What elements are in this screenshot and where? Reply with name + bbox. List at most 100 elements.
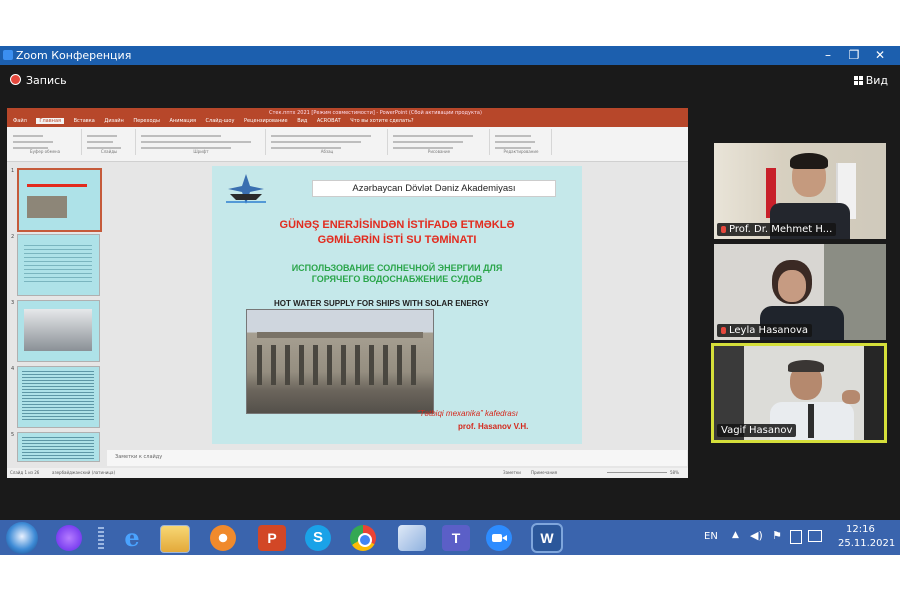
powerpoint-icon[interactable]: P bbox=[258, 525, 286, 551]
participant-tile-3-active[interactable]: Vagif Hasanov bbox=[711, 343, 887, 443]
participant-tile-2[interactable]: Leyla Hasanova bbox=[714, 244, 886, 340]
clock-time[interactable]: 12:16 bbox=[846, 524, 875, 535]
thumbnail-number: 2 bbox=[11, 234, 15, 240]
notification-icon[interactable] bbox=[808, 530, 822, 542]
record-indicator[interactable]: Запись bbox=[10, 74, 67, 87]
language-status[interactable]: азербайджанский (латиница) bbox=[52, 470, 115, 475]
slide-thumbnail-3[interactable] bbox=[17, 300, 100, 362]
slide-title-ru: ИСПОЛЬЗОВАНИЕ СОЛНЕЧНОЙ ЭНЕРГИИ ДЛЯ ГОРЯ… bbox=[252, 263, 542, 285]
slide-title-az: GÜNƏŞ ENERJİSİNDƏN İSTİFADƏ ETMƏKLƏ GƏMİ… bbox=[232, 218, 562, 248]
slide-title-ru-line1: ИСПОЛЬЗОВАНИЕ СОЛНЕЧНОЙ ЭНЕРГИИ ДЛЯ bbox=[291, 263, 503, 273]
thumbnail-number: 1 bbox=[11, 168, 15, 174]
action-center-flag-icon[interactable]: ⚑ bbox=[772, 529, 782, 542]
media-player-icon[interactable] bbox=[210, 525, 236, 551]
slide-author: prof. Hasanov V.H. bbox=[458, 422, 529, 431]
thumbnail-number: 4 bbox=[11, 366, 15, 372]
file-explorer-icon[interactable] bbox=[160, 525, 190, 553]
building-photo bbox=[246, 309, 434, 414]
notes-button[interactable]: Заметки bbox=[503, 470, 521, 475]
tab-home[interactable]: Главная bbox=[36, 118, 65, 124]
ppt-title-bar: Стек.пптх 2021 [Режим совместимости] - P… bbox=[7, 108, 688, 118]
tab-review[interactable]: Рецензирование bbox=[244, 118, 288, 124]
participant-name-2: Leyla Hasanova bbox=[717, 324, 813, 337]
ribbon-group-font[interactable]: Шрифт bbox=[137, 129, 266, 155]
notes-placeholder: Заметки к слайду bbox=[115, 454, 163, 460]
participant-name-1: Prof. Dr. Mehmet H... bbox=[717, 223, 837, 236]
grid-view-icon bbox=[853, 76, 863, 85]
record-icon bbox=[10, 74, 21, 85]
tab-file[interactable]: Файл bbox=[13, 118, 27, 124]
shared-screen-powerpoint[interactable]: Стек.пптх 2021 [Режим совместимости] - P… bbox=[7, 108, 688, 478]
tab-transitions[interactable]: Переходы bbox=[133, 118, 160, 124]
slide-count: Слайд 1 из 26 bbox=[10, 470, 40, 475]
view-label: Вид bbox=[865, 74, 888, 87]
slide-thumbnail-pane: 1 2 3 4 5 bbox=[7, 162, 107, 462]
ribbon-group-label: Редактирование bbox=[503, 149, 539, 154]
slide-header: Azərbaycan Dövlət Dəniz Akademiyası bbox=[312, 180, 556, 197]
tab-insert[interactable]: Вставка bbox=[74, 118, 95, 124]
zoom-icon[interactable] bbox=[486, 525, 512, 551]
comments-button[interactable]: Примечания bbox=[531, 470, 557, 475]
system-tray: EN ▲ ◀) ⚑ 12:16 25.11.2021 bbox=[700, 520, 900, 555]
restore-button[interactable]: ❐ bbox=[844, 47, 864, 63]
slide-title-az-line2: GƏMİLƏRİN İSTİ SU TƏMİNATI bbox=[317, 234, 477, 246]
ribbon-group-label: Шрифт bbox=[193, 149, 209, 154]
close-button[interactable]: ✕ bbox=[870, 47, 890, 63]
slide-title-en: HOT WATER SUPPLY FOR SHIPS WITH SOLAR EN… bbox=[274, 299, 489, 308]
minimize-button[interactable]: – bbox=[818, 47, 838, 63]
academy-logo-icon bbox=[226, 174, 266, 204]
network-icon[interactable] bbox=[790, 530, 802, 544]
ribbon-group-label: Абзац bbox=[320, 149, 334, 154]
ribbon-group-label: Буфер обмена bbox=[29, 149, 61, 154]
tab-design[interactable]: Дизайн bbox=[104, 118, 123, 124]
ppt-ribbon: Буфер обмена Слайды Шрифт Абзац Рисовани… bbox=[7, 127, 688, 162]
tab-view[interactable]: Вид bbox=[297, 118, 307, 124]
slide-title-ru-line2: ГОРЯЧЕГО ВОДОСНАБЖЕНИЕ СУДОВ bbox=[311, 274, 483, 284]
show-hidden-icons-button[interactable]: ▲ bbox=[732, 530, 739, 540]
word-icon[interactable]: W bbox=[531, 523, 563, 553]
tab-slideshow[interactable]: Слайд-шоу bbox=[206, 118, 235, 124]
view-button[interactable]: Вид bbox=[853, 74, 888, 87]
record-label: Запись bbox=[26, 74, 67, 87]
main-slide[interactable]: Azərbaycan Dövlət Dəniz Akademiyası GÜNƏ… bbox=[212, 166, 582, 444]
teams-icon[interactable]: T bbox=[442, 525, 470, 551]
participant-name-3: Vagif Hasanov bbox=[717, 424, 797, 437]
slide-thumbnail-5[interactable] bbox=[17, 432, 100, 462]
zoom-slider[interactable] bbox=[607, 472, 667, 473]
ribbon-group-slides[interactable]: Слайды bbox=[83, 129, 136, 155]
ppt-status-bar: Слайд 1 из 26 азербайджанский (латиница)… bbox=[7, 468, 688, 478]
thumbnail-number: 5 bbox=[11, 432, 15, 438]
participant-tile-1[interactable]: Prof. Dr. Mehmet H... bbox=[714, 143, 886, 239]
slide-thumbnail-4[interactable] bbox=[17, 366, 100, 428]
tell-me-search[interactable]: Что вы хотите сделать? bbox=[350, 118, 413, 124]
snipping-tool-icon[interactable] bbox=[398, 525, 426, 551]
ribbon-group-label: Рисование bbox=[427, 149, 451, 154]
slide-title-az-line1: GÜNƏŞ ENERJİSİNDƏN İSTİFADƏ ETMƏKLƏ bbox=[279, 219, 515, 231]
internet-explorer-icon[interactable]: e bbox=[118, 525, 146, 551]
ppt-window-title: Стек.пптх 2021 [Режим совместимости] - P… bbox=[269, 110, 482, 116]
ppt-ribbon-tabs: Файл Главная Вставка Дизайн Переходы Ани… bbox=[7, 118, 688, 127]
ribbon-group-paragraph[interactable]: Абзац bbox=[267, 129, 388, 155]
mic-muted-icon bbox=[721, 327, 726, 334]
slide-thumbnail-1[interactable] bbox=[17, 168, 102, 232]
ribbon-group-drawing[interactable]: Рисование bbox=[389, 129, 490, 155]
ribbon-group-label: Слайды bbox=[100, 149, 118, 154]
ribbon-group-clipboard[interactable]: Буфер обмена bbox=[9, 129, 82, 155]
tab-animation[interactable]: Анимация bbox=[170, 118, 196, 124]
zoom-level[interactable]: 58% bbox=[670, 470, 679, 475]
ribbon-group-editing[interactable]: Редактирование bbox=[491, 129, 552, 155]
zoom-app-icon bbox=[3, 50, 13, 60]
zoom-title-bar: Zoom Конференция – ❐ ✕ bbox=[0, 46, 900, 65]
clock-date[interactable]: 25.11.2021 bbox=[838, 538, 895, 549]
taskbar-separator bbox=[98, 527, 104, 549]
mic-muted-icon bbox=[721, 226, 726, 233]
tab-acrobat[interactable]: ACROBAT bbox=[317, 118, 341, 124]
volume-icon[interactable]: ◀) bbox=[750, 529, 763, 542]
alice-icon[interactable] bbox=[56, 525, 82, 551]
input-language[interactable]: EN bbox=[704, 531, 718, 542]
start-button[interactable] bbox=[6, 522, 38, 554]
chrome-icon[interactable] bbox=[350, 525, 376, 551]
slide-notes[interactable]: Заметки к слайду bbox=[107, 450, 687, 466]
skype-icon[interactable]: S bbox=[305, 525, 331, 551]
slide-thumbnail-2[interactable] bbox=[17, 234, 100, 296]
